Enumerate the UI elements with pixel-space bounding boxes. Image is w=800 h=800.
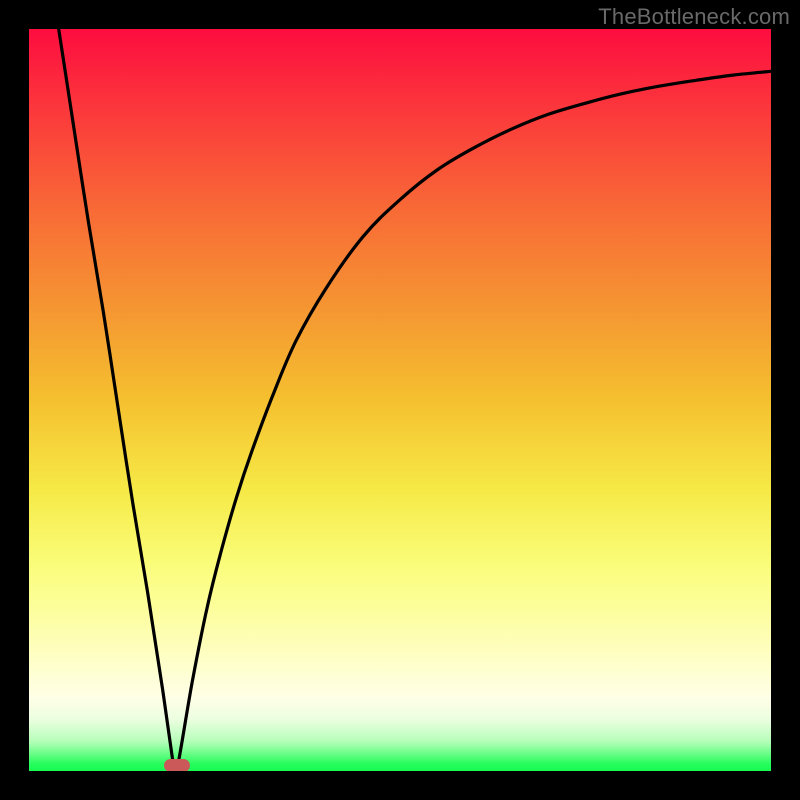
watermark-text: TheBottleneck.com <box>598 4 790 30</box>
chart-background-gradient <box>29 29 771 771</box>
chart-plot-area <box>29 29 771 771</box>
chart-min-marker <box>164 759 190 771</box>
